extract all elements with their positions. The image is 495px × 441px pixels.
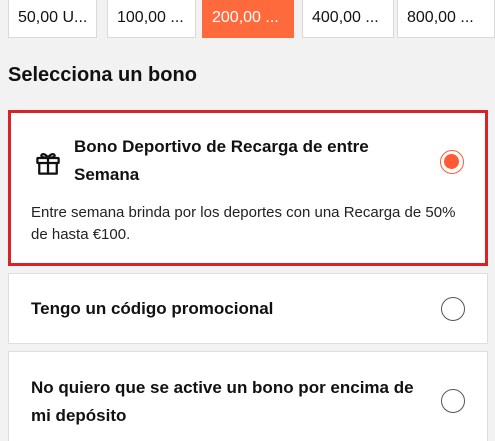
bonus-option-description: Entre semana brinda por los deportes con… xyxy=(31,204,456,243)
bonus-option-radio[interactable] xyxy=(441,389,465,413)
bonus-option-title: Tengo un código promocional xyxy=(31,299,274,318)
amount-option-100[interactable]: 100,00 ... xyxy=(107,0,196,38)
amount-option-400[interactable]: 400,00 ... xyxy=(302,0,394,38)
bonus-section-title: Selecciona un bono xyxy=(8,64,197,86)
gift-icon xyxy=(33,148,63,183)
bonus-option-radio[interactable] xyxy=(441,297,465,321)
bonus-option-title: No quiero que se active un bono por enci… xyxy=(31,378,414,425)
amount-option-200[interactable]: 200,00 ... xyxy=(202,0,294,38)
bonus-option-radio[interactable] xyxy=(440,150,464,174)
bonus-option-no-bonus[interactable]: No quiero que se active un bono por enci… xyxy=(8,351,488,441)
amount-option-50[interactable]: 50,00 U... xyxy=(8,0,97,38)
bonus-option-title: Bono Deportivo de Recarga de entre Seman… xyxy=(74,137,369,184)
bonus-option-promo-code[interactable]: Tengo un código promocional xyxy=(8,273,488,344)
amount-selector: 50,00 U... 100,00 ... 200,00 ... 400,00 … xyxy=(8,0,495,38)
bonus-option-weekday-reload[interactable]: Bono Deportivo de Recarga de entre Seman… xyxy=(8,110,488,266)
amount-option-800[interactable]: 800,00 ... xyxy=(397,0,495,38)
